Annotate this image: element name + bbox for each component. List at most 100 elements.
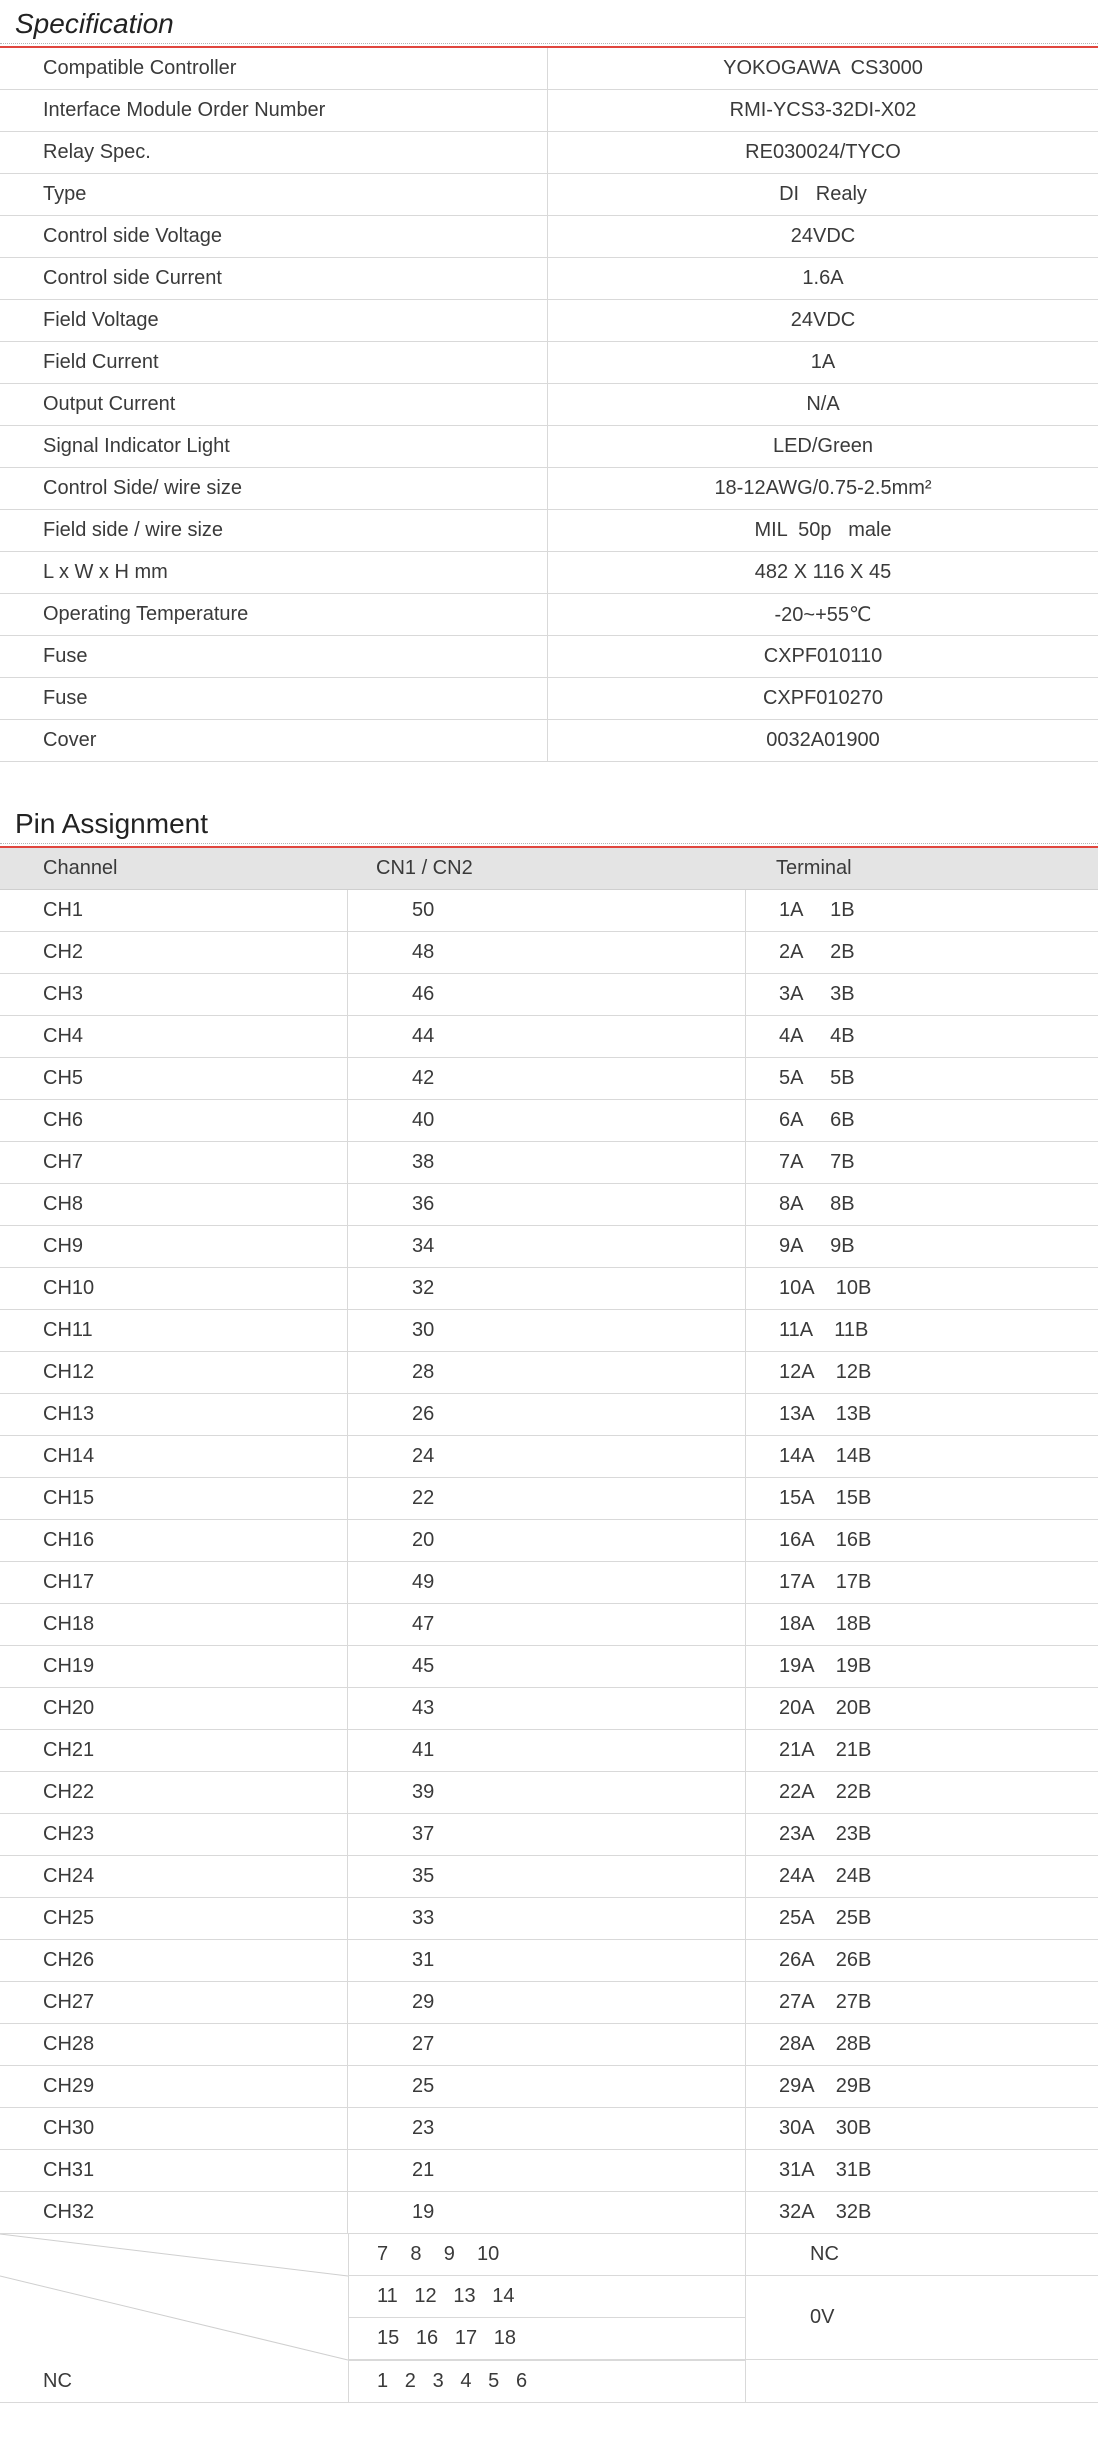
pin-table-header: Channel CN1 / CN2 Terminal: [0, 848, 1098, 890]
pin-row: CH18 47 18A 18B: [0, 1604, 1098, 1646]
terminal-cell: 2A 2B: [779, 941, 855, 963]
cn-pin-cell: 28: [348, 1352, 746, 1393]
cn-pin-cell: 39: [348, 1772, 746, 1813]
channel-cell: CH20: [0, 1688, 348, 1729]
header-terminal: Terminal: [776, 857, 852, 879]
cn-pins-0v-a: 11 12 13 14: [348, 2276, 746, 2318]
terminal-cell: 5A 5B: [779, 1067, 855, 1089]
spec-row: Field Voltage 24VDC: [0, 300, 1098, 342]
cn-pin-cell: 44: [348, 1016, 746, 1057]
terminal-cell: 1A 1B: [779, 899, 855, 921]
pin-row: CH22 39 22A 22B: [0, 1772, 1098, 1814]
cn-pin-cell: 35: [348, 1856, 746, 1897]
spec-value: 1A: [810, 351, 836, 373]
spec-row: Relay Spec. RE030024/TYCO: [0, 132, 1098, 174]
channel-cell: CH23: [0, 1814, 348, 1855]
pin-row: CH16 20 16A 16B: [0, 1520, 1098, 1562]
terminal-cell: 26A 26B: [779, 1949, 872, 1971]
spec-label: Compatible Controller: [0, 48, 548, 89]
terminal-cell: 11A 11B: [779, 1319, 869, 1341]
pin-row: CH28 27 28A 28B: [0, 2024, 1098, 2066]
spec-value: CXPF010110: [763, 645, 883, 667]
pin-row: CH23 37 23A 23B: [0, 1814, 1098, 1856]
channel-cell: CH29: [0, 2066, 348, 2107]
channel-cell: CH32: [0, 2192, 348, 2233]
cn-pin-cell: 46: [348, 974, 746, 1015]
channel-cell: CH13: [0, 1394, 348, 1435]
cn-pin-cell: 47: [348, 1604, 746, 1645]
channel-cell: CH5: [0, 1058, 348, 1099]
spec-row: Cover 0032A01900: [0, 720, 1098, 762]
header-channel: Channel: [43, 857, 118, 879]
terminal-cell: 18A 18B: [779, 1613, 872, 1635]
channel-nc-label: NC: [43, 2369, 72, 2392]
spec-label: Type: [0, 174, 548, 215]
spec-row: Output Current N/A: [0, 384, 1098, 426]
specification-title: Specification: [15, 8, 174, 39]
channel-cell: CH16: [0, 1520, 348, 1561]
spec-row: Interface Module Order Number RMI-YCS3-32…: [0, 90, 1098, 132]
terminal-cell: 20A 20B: [779, 1697, 872, 1719]
terminal-cell: 16A 16B: [779, 1529, 872, 1551]
header-cn: CN1 / CN2: [376, 857, 473, 879]
cn-pin-cell: 21: [348, 2150, 746, 2191]
spec-row: Type DI Realy: [0, 174, 1098, 216]
channel-cell: CH8: [0, 1184, 348, 1225]
terminal-cell: 21A 21B: [779, 1739, 872, 1761]
channel-cell: CH19: [0, 1646, 348, 1687]
channel-cell: CH14: [0, 1436, 348, 1477]
terminal-cell: 12A 12B: [779, 1361, 872, 1383]
spec-row: Field Current 1A: [0, 342, 1098, 384]
spec-row: Field side / wire size MIL 50p male: [0, 510, 1098, 552]
pin-row: CH29 25 29A 29B: [0, 2066, 1098, 2108]
channel-cell: CH26: [0, 1940, 348, 1981]
cn-pins-0v-b: 15 16 17 18: [348, 2318, 746, 2360]
terminal-cell: 3A 3B: [779, 983, 855, 1005]
terminal-cell: 6A 6B: [779, 1109, 855, 1131]
spec-label: Fuse: [0, 636, 548, 677]
pin-row: CH13 26 13A 13B: [0, 1394, 1098, 1436]
spec-label: Interface Module Order Number: [0, 90, 548, 131]
pin-row: CH12 28 12A 12B: [0, 1352, 1098, 1394]
pin-table: CH1 50 1A 1B CH2 48 2A 2B CH3 46 3A 3B CH4 44 4A 4B…: [0, 890, 1098, 2234]
spec-row: Fuse CXPF010110: [0, 636, 1098, 678]
spec-value: RMI-YCS3-32DI-X02: [729, 99, 917, 121]
pin-row: CH24 35 24A 24B: [0, 1856, 1098, 1898]
spec-row: Compatible Controller YOKOGAWA CS3000: [0, 48, 1098, 90]
spec-value: DI Realy: [779, 183, 867, 205]
cn-pin-cell: 42: [348, 1058, 746, 1099]
spec-row: Fuse CXPF010270: [0, 678, 1098, 720]
pin-row: CH30 23 30A 30B: [0, 2108, 1098, 2150]
cn-pin-cell: 41: [348, 1730, 746, 1771]
cn-pin-cell: 23: [348, 2108, 746, 2149]
pin-row: CH19 45 19A 19B: [0, 1646, 1098, 1688]
terminal-cell: 32A 32B: [779, 2201, 872, 2223]
terminal-cell: 30A 30B: [779, 2117, 872, 2139]
pin-row: CH8 36 8A 8B: [0, 1184, 1098, 1226]
terminal-cell: 10A 10B: [779, 1277, 872, 1299]
spec-row: Signal Indicator Light LED/Green: [0, 426, 1098, 468]
spec-value: 482 X 116 X 45: [754, 561, 892, 583]
spec-value: YOKOGAWA CS3000: [723, 57, 923, 79]
channel-cell: CH6: [0, 1100, 348, 1141]
cn-pin-cell: 49: [348, 1562, 746, 1603]
pin-row: CH31 21 31A 31B: [0, 2150, 1098, 2192]
pin-row: CH1 50 1A 1B: [0, 890, 1098, 932]
cn-pin-cell: 20: [348, 1520, 746, 1561]
spec-value: 1.6A: [802, 267, 844, 289]
terminal-nc: NC: [746, 2234, 1098, 2276]
pin-row: CH2 48 2A 2B: [0, 932, 1098, 974]
cn-pin-cell: 36: [348, 1184, 746, 1225]
cn-pin-cell: 50: [348, 890, 746, 931]
channel-cell: CH4: [0, 1016, 348, 1057]
cn-pin-cell: 29: [348, 1982, 746, 2023]
terminal-cell: 31A 31B: [779, 2159, 872, 2181]
terminal-cell: 25A 25B: [779, 1907, 872, 1929]
spec-row: Control Side/ wire size 18-12AWG/0.75-2.5…: [0, 468, 1098, 510]
cn-pin-cell: 37: [348, 1814, 746, 1855]
pin-assignment-title-bar: Pin Assignment: [0, 800, 1098, 848]
pin-row: CH26 31 26A 26B: [0, 1940, 1098, 1982]
channel-cell: CH22: [0, 1772, 348, 1813]
spec-value: N/A: [806, 393, 840, 415]
spec-label: Output Current: [0, 384, 548, 425]
